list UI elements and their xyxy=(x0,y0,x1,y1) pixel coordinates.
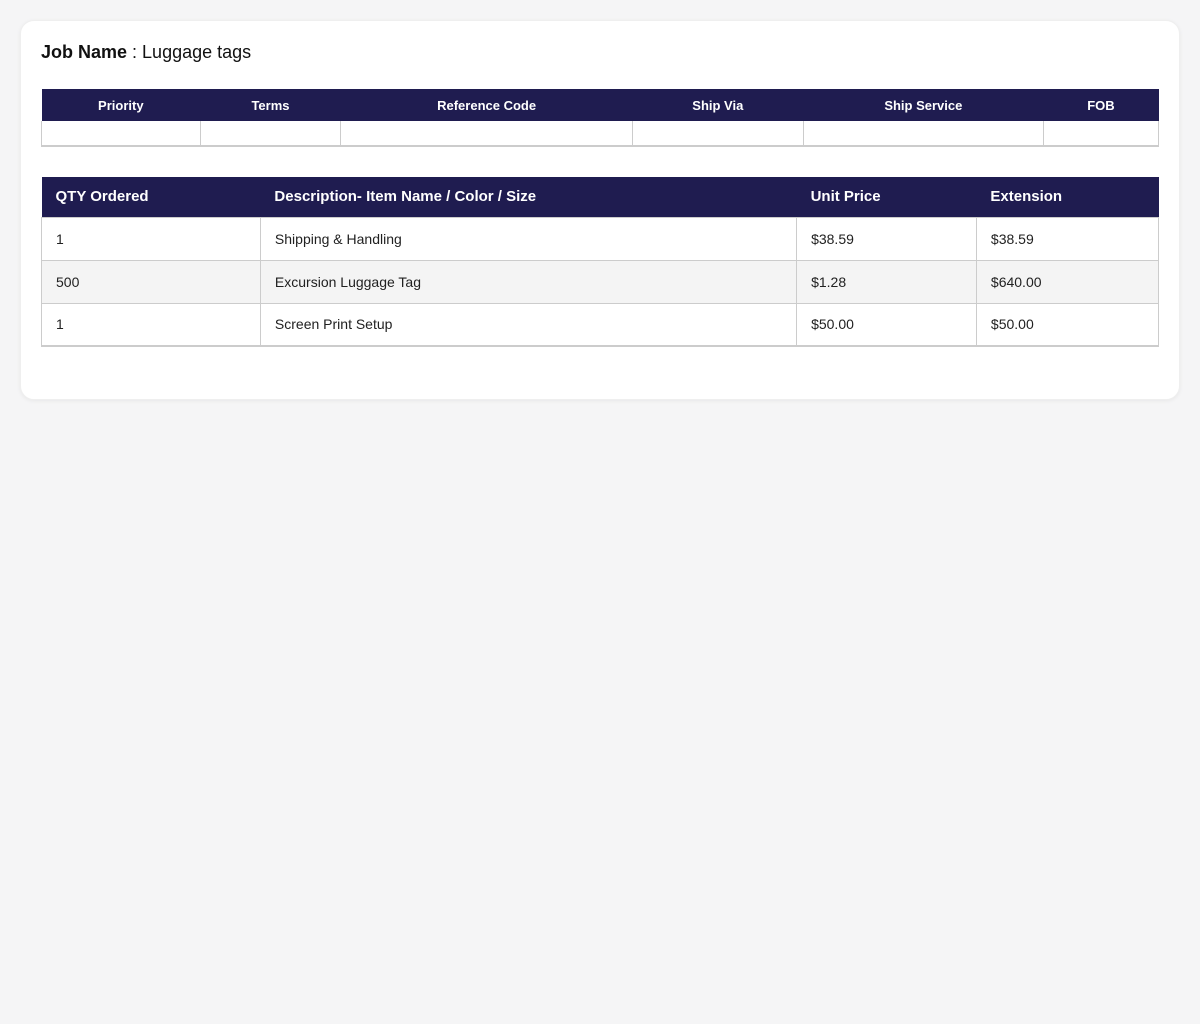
column-header-qty-ordered: QTY Ordered xyxy=(42,177,261,217)
qty-cell: 1 xyxy=(42,217,261,260)
extension-cell: $640.00 xyxy=(976,260,1158,303)
fob-cell xyxy=(1043,121,1158,146)
description-cell: Excursion Luggage Tag xyxy=(260,260,796,303)
column-header-extension: Extension xyxy=(976,177,1158,217)
qty-cell: 1 xyxy=(42,303,261,346)
page-title: Job Name : Luggage tags xyxy=(41,41,1159,63)
description-cell: Shipping & Handling xyxy=(260,217,796,260)
column-header-ship-service: Ship Service xyxy=(803,89,1043,121)
column-header-reference-code: Reference Code xyxy=(341,89,633,121)
priority-cell xyxy=(42,121,201,146)
extension-cell: $38.59 xyxy=(976,217,1158,260)
column-header-terms: Terms xyxy=(200,89,341,121)
column-header-fob: FOB xyxy=(1043,89,1158,121)
shipping-empty-row xyxy=(42,121,1159,146)
qty-cell: 500 xyxy=(42,260,261,303)
unit-price-cell: $1.28 xyxy=(797,260,977,303)
shipping-header-row: Priority Terms Reference Code Ship Via S… xyxy=(42,89,1159,121)
unit-price-cell: $50.00 xyxy=(797,303,977,346)
extension-cell: $50.00 xyxy=(976,303,1158,346)
item-row: 500 Excursion Luggage Tag $1.28 $640.00 xyxy=(42,260,1159,303)
line-items-table: QTY Ordered Description- Item Name / Col… xyxy=(41,177,1159,347)
unit-price-cell: $38.59 xyxy=(797,217,977,260)
reference-code-cell xyxy=(341,121,633,146)
ship-service-cell xyxy=(803,121,1043,146)
description-cell: Screen Print Setup xyxy=(260,303,796,346)
item-row: 1 Shipping & Handling $38.59 $38.59 xyxy=(42,217,1159,260)
shipping-info-table: Priority Terms Reference Code Ship Via S… xyxy=(41,89,1159,147)
job-name-label: Job Name xyxy=(41,42,127,62)
column-header-priority: Priority xyxy=(42,89,201,121)
item-row: 1 Screen Print Setup $50.00 $50.00 xyxy=(42,303,1159,346)
order-detail-card: Job Name : Luggage tags Priority Terms R… xyxy=(20,20,1180,400)
ship-via-cell xyxy=(632,121,803,146)
job-name-value: : Luggage tags xyxy=(132,42,251,62)
column-header-ship-via: Ship Via xyxy=(632,89,803,121)
column-header-description: Description- Item Name / Color / Size xyxy=(260,177,796,217)
items-header-row: QTY Ordered Description- Item Name / Col… xyxy=(42,177,1159,217)
terms-cell xyxy=(200,121,341,146)
column-header-unit-price: Unit Price xyxy=(797,177,977,217)
